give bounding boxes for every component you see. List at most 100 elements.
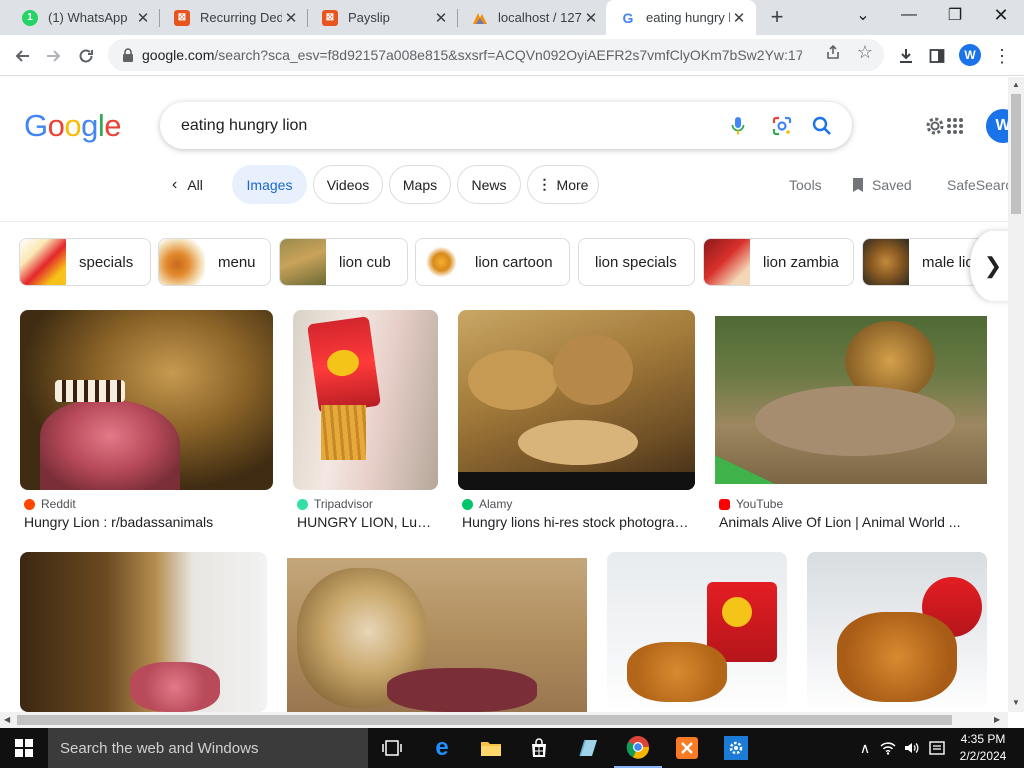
reddit-icon: [24, 498, 35, 510]
result-title[interactable]: HUNGRY LION, Lusaka - Restaurant ...: [297, 514, 434, 530]
chrome-icon[interactable]: [614, 728, 662, 768]
windows-start-icon[interactable]: [0, 728, 48, 768]
result-card[interactable]: Reddit Hungry Lion : r/badassanimals: [20, 310, 273, 535]
result-source[interactable]: Alamy: [462, 497, 512, 511]
result-source[interactable]: Tripadvisor: [297, 497, 373, 511]
menu-kebab-icon[interactable]: ⋮: [991, 45, 1013, 67]
google-apps-icon[interactable]: [943, 114, 967, 138]
action-center-icon[interactable]: [926, 728, 948, 768]
minimize-button[interactable]: —: [886, 0, 932, 30]
tab-payslip[interactable]: ⊠ Payslip ✕: [308, 0, 458, 35]
result-card[interactable]: [287, 552, 587, 712]
close-icon[interactable]: ✕: [582, 9, 600, 27]
search-icon[interactable]: [811, 115, 833, 137]
result-title[interactable]: Animals Alive Of Lion | Animal World ...: [719, 514, 987, 530]
profile-avatar[interactable]: W: [959, 44, 981, 66]
chip-label: lion specials: [595, 253, 677, 271]
result-image[interactable]: [715, 316, 987, 484]
tab-all[interactable]: ‹ All: [172, 165, 220, 204]
result-image[interactable]: [807, 552, 987, 712]
forward-button[interactable]: [41, 43, 67, 69]
chip-lion-zambia[interactable]: lion zambia: [703, 238, 854, 286]
chip-lion-cartoon[interactable]: lion cartoon: [415, 238, 570, 286]
result-source[interactable]: YouTube: [719, 497, 783, 511]
google-logo[interactable]: Google: [24, 108, 122, 144]
result-card[interactable]: Tripadvisor HUNGRY LION, Lusaka - Restau…: [293, 310, 438, 535]
clock-date: 2/2/2024: [959, 749, 1007, 763]
tab-more[interactable]: ⋮ More: [527, 165, 599, 204]
task-view-icon[interactable]: [368, 728, 416, 768]
tab-videos[interactable]: Videos: [313, 165, 383, 204]
wifi-icon[interactable]: [878, 728, 898, 768]
notes-app-icon[interactable]: [564, 728, 612, 768]
back-button[interactable]: [9, 43, 35, 69]
new-tab-button[interactable]: +: [763, 4, 791, 29]
store-icon[interactable]: [515, 728, 563, 768]
file-explorer-icon[interactable]: [467, 728, 515, 768]
tab-strip: 1 (1) WhatsApp ✕ ⊠ Recurring Dedu ✕ ⊠ Pa…: [0, 0, 1024, 35]
chip-thumbnail: [20, 239, 66, 285]
chip-label: lion zambia: [763, 253, 839, 271]
lens-icon[interactable]: [771, 115, 793, 137]
search-query[interactable]: eating hungry lion: [181, 117, 307, 135]
close-icon[interactable]: ✕: [282, 9, 300, 27]
vertical-scrollbar[interactable]: ▲ ▼: [1008, 77, 1024, 712]
chip-lion-specials[interactable]: lion specials: [578, 238, 695, 286]
tab-search-icon[interactable]: ⌄: [840, 0, 886, 30]
horizontal-scrollbar[interactable]: ◀ ▶: [0, 712, 1008, 728]
show-hidden-icons-chevron[interactable]: ∧: [856, 728, 874, 768]
chip-thumbnail: [159, 239, 205, 285]
address-bar[interactable]: google.com/search?sca_esv=f8d92157a008e8…: [108, 39, 884, 71]
volume-icon[interactable]: [902, 728, 922, 768]
result-card[interactable]: [807, 552, 987, 712]
search-box[interactable]: eating hungry lion: [160, 102, 852, 149]
side-panel-icon[interactable]: [926, 45, 948, 67]
safesearch-button[interactable]: SafeSearch: [947, 165, 1008, 204]
edge-icon[interactable]: e: [418, 728, 466, 768]
result-image[interactable]: [287, 558, 587, 712]
tab-eating-hungry-lion[interactable]: G eating hungry l ✕: [606, 0, 756, 35]
tab-localhost[interactable]: localhost / 127. ✕: [458, 0, 608, 35]
result-image[interactable]: [607, 552, 787, 712]
zoho-icon: ⊠: [174, 9, 190, 26]
tab-maps[interactable]: Maps: [389, 165, 451, 204]
reload-button[interactable]: [73, 43, 99, 69]
result-title[interactable]: Hungry lions hi-res stock photography ..…: [462, 514, 695, 530]
result-card[interactable]: [20, 552, 267, 712]
result-source[interactable]: Reddit: [24, 497, 76, 511]
chip-specials[interactable]: specials: [19, 238, 151, 286]
microphone-icon[interactable]: [727, 115, 749, 137]
chip-menu[interactable]: menu: [158, 238, 271, 286]
close-icon[interactable]: ✕: [730, 9, 748, 27]
taskbar-search-input[interactable]: Search the web and Windows: [48, 728, 368, 768]
close-icon[interactable]: ✕: [432, 9, 450, 27]
result-image[interactable]: [458, 310, 695, 490]
restore-button[interactable]: ❐: [932, 0, 978, 30]
bookmark-star-icon[interactable]: ☆: [856, 42, 874, 62]
chevron-left-icon: ‹: [172, 175, 178, 193]
result-image[interactable]: [293, 310, 438, 490]
result-image[interactable]: [20, 310, 273, 490]
result-card[interactable]: Alamy Hungry lions hi-res stock photogra…: [458, 310, 695, 535]
tab-images[interactable]: Images: [232, 165, 307, 204]
tab-whatsapp[interactable]: 1 (1) WhatsApp ✕: [8, 0, 160, 35]
result-card[interactable]: YouTube Animals Alive Of Lion | Animal W…: [715, 310, 987, 535]
share-icon[interactable]: [824, 43, 842, 61]
tab-title: localhost / 127.: [498, 10, 582, 25]
xampp-icon[interactable]: [663, 728, 711, 768]
scroll-thumb[interactable]: [17, 715, 952, 725]
chip-lion-cub[interactable]: lion cub: [279, 238, 408, 286]
tab-recurring-deductions[interactable]: ⊠ Recurring Dedu ✕: [160, 0, 308, 35]
result-card[interactable]: [607, 552, 787, 712]
settings-app-icon[interactable]: [712, 728, 760, 768]
result-image[interactable]: [20, 552, 267, 712]
download-icon[interactable]: [895, 45, 917, 67]
scroll-thumb[interactable]: [1011, 94, 1021, 214]
tab-news[interactable]: News: [457, 165, 521, 204]
close-icon[interactable]: ✕: [134, 9, 152, 27]
saved-button[interactable]: Saved: [851, 165, 912, 204]
result-title[interactable]: Hungry Lion : r/badassanimals: [24, 514, 273, 530]
tools-button[interactable]: Tools: [789, 165, 822, 204]
close-window-button[interactable]: ✕: [978, 0, 1024, 30]
system-clock[interactable]: 4:35 PM 2/2/2024: [958, 731, 1008, 765]
